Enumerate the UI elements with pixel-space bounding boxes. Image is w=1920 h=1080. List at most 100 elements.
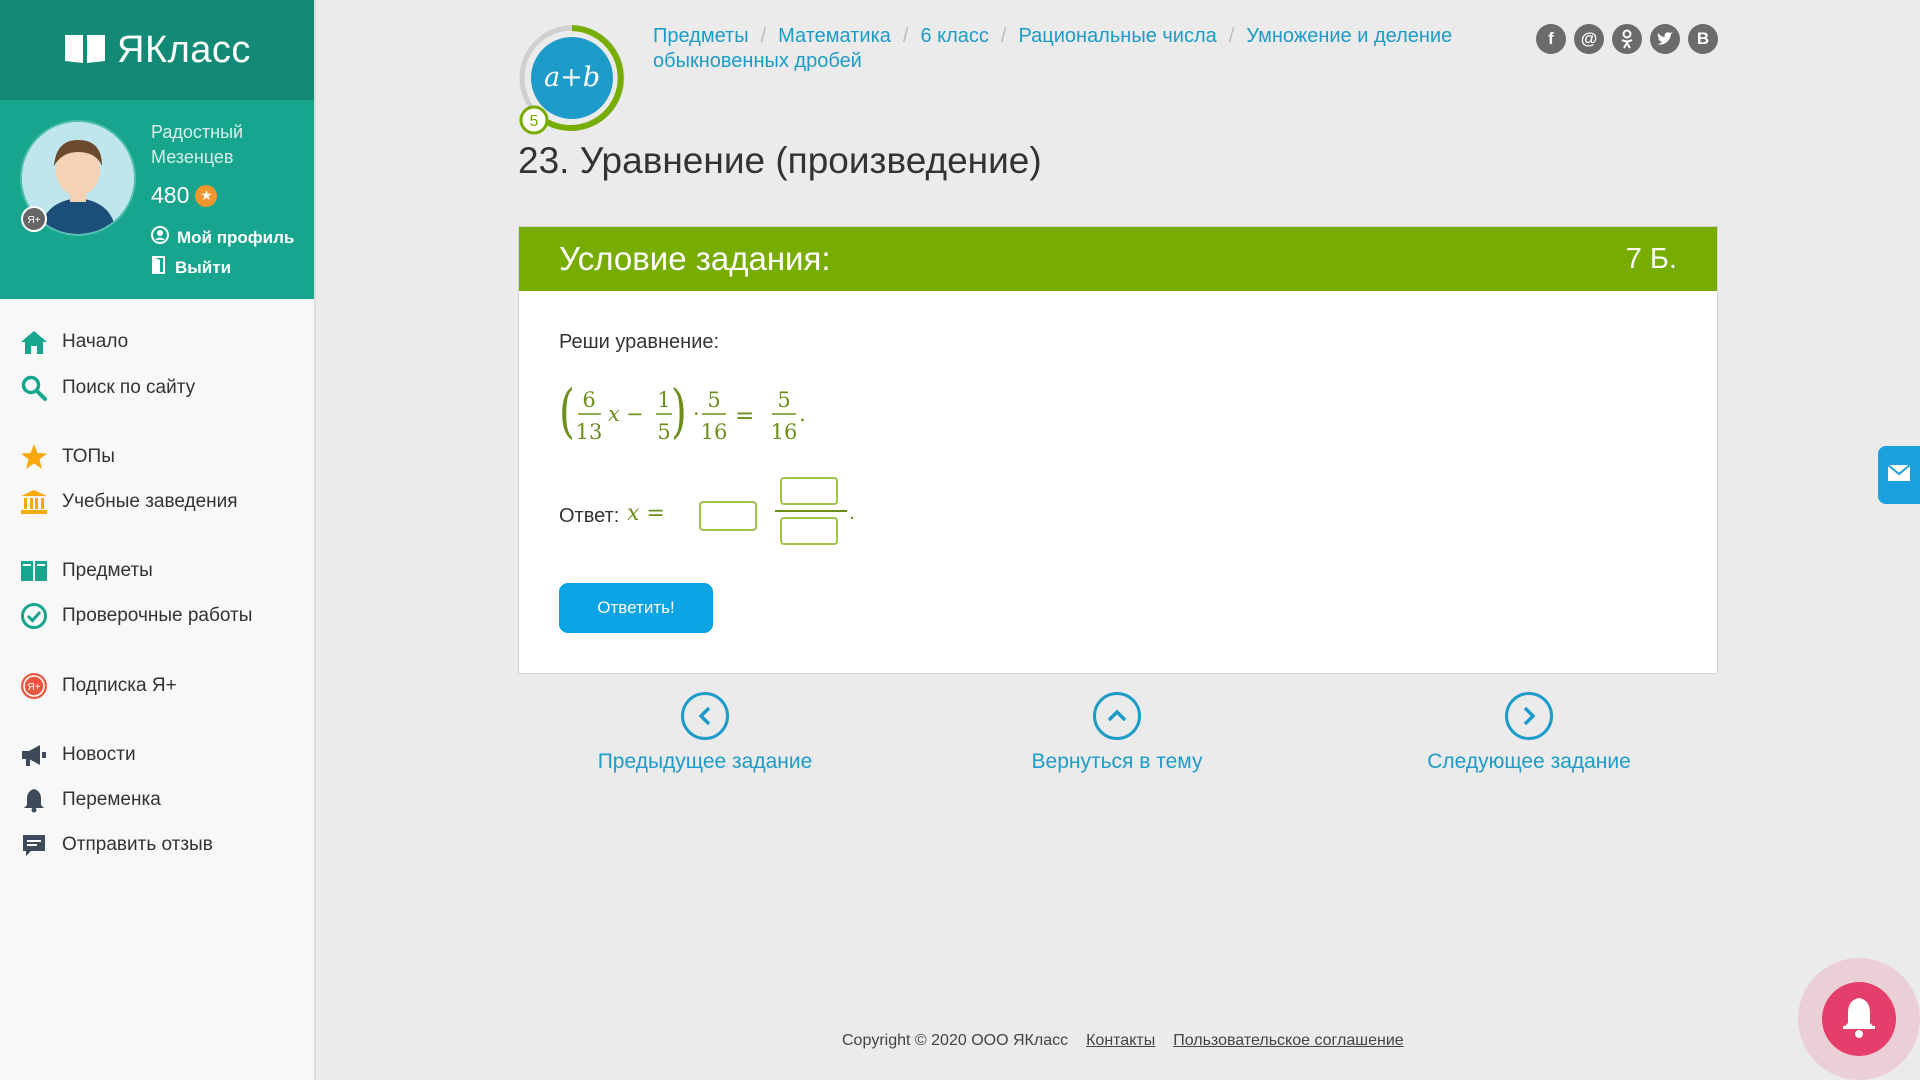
sidebar-item-schools[interactable]: Учебные заведения	[20, 488, 238, 516]
my-profile-link[interactable]: Мой профиль	[151, 226, 294, 249]
sidebar-item-news[interactable]: Новости	[20, 741, 136, 769]
answer-numerator-input[interactable]	[780, 477, 838, 505]
svg-text:x: x	[608, 402, 620, 426]
breadcrumb-subjects[interactable]: Предметы	[653, 25, 749, 47]
envelope-icon	[1887, 464, 1911, 486]
answer-row: Ответ: x = .	[559, 477, 959, 557]
svg-text:16: 16	[771, 420, 798, 444]
notification-bell	[1822, 982, 1896, 1056]
topic-badge[interactable]: a+b 5	[516, 22, 632, 142]
prev-task-link[interactable]: Предыдущее задание	[555, 692, 855, 774]
bell-icon	[20, 786, 48, 814]
agreement-link[interactable]: Пользовательское соглашение	[1173, 1032, 1403, 1050]
svg-text:13: 13	[576, 420, 603, 444]
svg-text:−: −	[626, 402, 644, 426]
sidebar-item-label: Поиск по сайту	[62, 377, 196, 398]
answer-variable: x =	[627, 501, 665, 526]
points: 480 ★	[151, 182, 218, 209]
sidebar-item-feedback[interactable]: Отправить отзыв	[20, 831, 213, 859]
svg-text:·: ·	[693, 402, 700, 426]
vk-icon[interactable]: B	[1688, 24, 1718, 54]
answer-whole-input[interactable]	[699, 501, 757, 531]
sidebar-item-label: Новости	[62, 744, 136, 765]
logout-label: Выйти	[175, 257, 232, 277]
chevron-up-icon	[1093, 692, 1141, 740]
check-circle-icon	[20, 602, 48, 630]
search-icon	[20, 374, 48, 402]
svg-text:5: 5	[707, 388, 720, 412]
star-icon: ★	[195, 184, 218, 207]
answer-denominator-input[interactable]	[780, 517, 838, 545]
svg-text:5: 5	[530, 113, 539, 130]
odnoklassniki-icon[interactable]	[1612, 24, 1642, 54]
profile-panel: Я+ Радостный Мезенцев 480 ★ Мой профиль …	[0, 100, 314, 299]
ya-plus-badge: Я+	[21, 206, 47, 236]
sidebar-item-tops[interactable]: ТОПы	[20, 443, 115, 471]
mail-ru-icon[interactable]: @	[1574, 24, 1604, 54]
twitter-icon[interactable]	[1650, 24, 1680, 54]
sidebar-item-home[interactable]: Начало	[20, 328, 128, 356]
sidebar-item-search[interactable]: Поиск по сайту	[20, 374, 195, 402]
next-task-link[interactable]: Следующее задание	[1379, 692, 1679, 774]
sidebar-item-label: Переменка	[62, 789, 161, 810]
sidebar-item-label: Отправить отзыв	[62, 834, 213, 855]
submit-answer-button[interactable]: Ответить!	[559, 583, 713, 633]
sidebar-item-subjects[interactable]: Предметы	[20, 557, 153, 585]
svg-text:(: (	[559, 378, 575, 445]
sidebar-item-subscription[interactable]: Я+ Подписка Я+	[20, 672, 177, 700]
breadcrumb: Предметы / Математика/6 класс / Рациональные…	[653, 25, 1453, 72]
page-title: 23. Уравнение (произведение)	[518, 140, 1042, 181]
star-icon	[20, 443, 48, 471]
breadcrumb-grade[interactable]: 6 класс	[920, 25, 988, 47]
my-profile-label: Мой профиль	[177, 227, 295, 247]
task-card: Условие задания: 7 Б. Реши уравнение: ( …	[518, 226, 1718, 674]
megaphone-icon	[20, 741, 48, 769]
svg-text:6: 6	[582, 388, 595, 412]
sidebar-item-label: Начало	[62, 331, 129, 352]
social-links: f @ B	[1536, 24, 1718, 54]
sidebar-item-label: Предметы	[62, 560, 153, 581]
svg-text:=: =	[735, 403, 754, 429]
logo[interactable]: ЯКласс	[0, 0, 314, 100]
svg-text:Я+: Я+	[27, 215, 40, 226]
copyright: Copyright © 2020 ООО ЯКласс	[842, 1032, 1069, 1049]
svg-text:): )	[671, 378, 687, 445]
bell-icon	[1839, 995, 1879, 1043]
breadcrumb-rational[interactable]: Рациональные числа	[1018, 25, 1216, 47]
feedback-mail-tab[interactable]	[1878, 446, 1920, 504]
task-points: 7 Б.	[1625, 242, 1677, 275]
chevron-right-icon	[1505, 692, 1553, 740]
books-icon	[20, 557, 48, 585]
sidebar-item-tests[interactable]: Проверочные работы	[20, 602, 252, 630]
svg-text:1: 1	[657, 388, 670, 412]
book-logo-icon	[63, 31, 107, 69]
back-to-topic-link[interactable]: Вернуться в тему	[967, 692, 1267, 774]
footer: Copyright © 2020 ООО ЯКласс Контакты Пол…	[842, 1032, 1404, 1050]
logout-link[interactable]: Выйти	[151, 256, 231, 279]
chevron-left-icon	[681, 692, 729, 740]
svg-text:.: .	[799, 402, 806, 426]
svg-text:Я+: Я+	[27, 682, 40, 693]
task-header-title: Условие задания:	[559, 240, 831, 277]
logo-text: ЯКласс	[117, 28, 251, 71]
sidebar-item-label: Подписка Я+	[62, 675, 177, 696]
svg-text:5: 5	[777, 388, 790, 412]
points-value: 480	[151, 182, 190, 208]
breadcrumb-math[interactable]: Математика	[778, 25, 891, 47]
facebook-icon[interactable]: f	[1536, 24, 1566, 54]
contacts-link[interactable]: Контакты	[1086, 1032, 1155, 1050]
subscription-icon: Я+	[20, 672, 48, 700]
fraction-line	[775, 510, 847, 512]
back-to-topic-label: Вернуться в тему	[1031, 750, 1203, 773]
next-task-label: Следующее задание	[1427, 750, 1631, 773]
sidebar-item-label: Проверочные работы	[62, 605, 253, 626]
home-icon	[20, 328, 48, 356]
user-name: Радостный Мезенцев	[151, 122, 244, 167]
sidebar-item-break[interactable]: Переменка	[20, 786, 161, 814]
svg-text:16: 16	[701, 420, 728, 444]
sidebar: ЯКласс Я+ Радостный Мезенцев 480 ★ Мой п…	[0, 0, 316, 1080]
sidebar-item-label: ТОПы	[62, 446, 115, 467]
svg-text:5: 5	[657, 420, 670, 444]
prev-task-label: Предыдущее задание	[597, 750, 813, 773]
notifications-button[interactable]	[1798, 958, 1920, 1080]
